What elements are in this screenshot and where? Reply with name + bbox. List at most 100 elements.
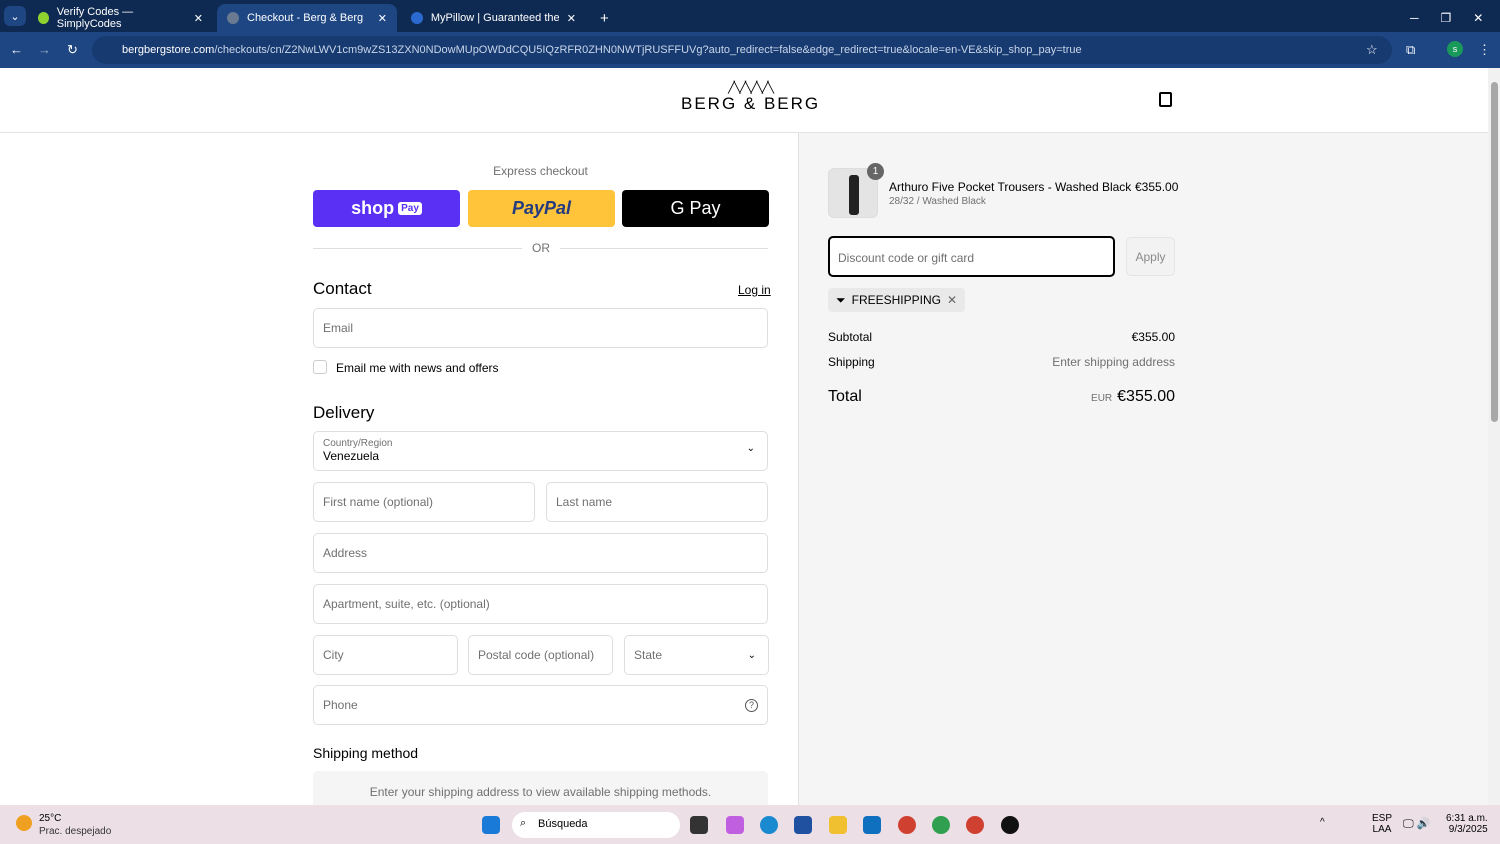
help-icon[interactable]: ? [745, 698, 758, 712]
taskbar: 25°C Prac. despejado ⌕ Búsqueda ^ ESP LAA … [0, 805, 1500, 844]
close-tab-icon[interactable]: ✕ [378, 12, 387, 25]
tab-checkout[interactable]: Checkout - Berg & Berg ✕ [217, 4, 397, 32]
clock-time[interactable]: 6:31 a.m. [1446, 813, 1488, 824]
product-variant: 28/32 / Washed Black [889, 196, 986, 207]
restore-icon[interactable]: ❐ [1441, 11, 1452, 25]
taskbar-search[interactable]: ⌕ Búsqueda [512, 812, 680, 838]
tab-search-button[interactable]: ⌄ [4, 6, 26, 26]
windows-start-icon[interactable] [482, 816, 500, 834]
tab-simplycodes[interactable]: Verify Codes — SimplyCodes ✕ [28, 4, 213, 32]
language[interactable]: ESP [1372, 813, 1392, 824]
contact-heading: Contact [313, 279, 372, 298]
menu-icon[interactable]: ⋮ [1478, 42, 1491, 58]
country-select[interactable]: Country/Region Venezuela ⌄ [313, 431, 768, 471]
google-pay-button[interactable]: G Pay [622, 190, 769, 227]
task-view-icon[interactable] [690, 816, 708, 834]
address-field[interactable]: Address [313, 533, 768, 573]
url-path: /checkouts/cn/Z2NwLWV1cm9wZS13ZXN0NDowMU… [214, 44, 1082, 56]
tab-mypillow[interactable]: MyPillow | Guaranteed the Mos ✕ [401, 4, 586, 32]
shopping-bag-icon[interactable] [1159, 92, 1172, 107]
phone-field[interactable]: Phone? [313, 685, 768, 725]
apply-button[interactable]: Apply [1126, 237, 1175, 276]
discount-code-input[interactable]: Discount code or gift card [828, 236, 1115, 277]
chevron-down-icon: ⌄ [746, 443, 755, 454]
network-volume-icons[interactable]: 🖵 🔊 [1403, 817, 1430, 831]
shipping-row: Shipping Enter shipping address [828, 355, 1175, 369]
store-icon[interactable] [794, 816, 812, 834]
new-tab-button[interactable]: + [590, 4, 619, 32]
copilot-icon[interactable] [726, 816, 744, 834]
subtotal-row: Subtotal €355.00 [828, 330, 1175, 344]
product-name: Arthuro Five Pocket Trousers - Washed Bl… [889, 180, 1132, 194]
extensions-icon[interactable]: ⧉ [1406, 42, 1415, 58]
app-icon[interactable] [1001, 816, 1019, 834]
or-divider-label: OR [522, 241, 560, 255]
chrome-icon[interactable] [966, 816, 984, 834]
email-field[interactable]: Email [313, 308, 768, 348]
edge-icon[interactable] [760, 816, 778, 834]
forward-icon[interactable]: → [38, 42, 51, 57]
logo-text: BERG & BERG [681, 94, 821, 113]
city-field[interactable]: City [313, 635, 458, 675]
shipping-method-heading: Shipping method [313, 745, 419, 761]
quantity-badge: 1 [867, 163, 884, 180]
first-name-field[interactable]: First name (optional) [313, 482, 535, 522]
simplycodes-icon [38, 12, 49, 24]
paypal-button[interactable]: PayPal [468, 190, 615, 227]
scrollbar-thumb[interactable] [1491, 82, 1498, 422]
scrollbar[interactable] [1488, 68, 1500, 805]
express-checkout-label: Express checkout [493, 164, 588, 178]
weather-text: Prac. despejado [39, 826, 112, 837]
shop-pay-button[interactable]: shop Pay [313, 190, 460, 227]
delivery-heading: Delivery [313, 403, 375, 422]
file-explorer-icon[interactable] [829, 816, 847, 834]
total-label: Total [828, 388, 862, 405]
discount-code-label: FREESHIPPING [851, 293, 941, 307]
close-tab-icon[interactable]: ✕ [567, 12, 576, 25]
chrome-icon[interactable] [898, 816, 916, 834]
reload-icon[interactable]: ↻ [67, 42, 78, 58]
url-input[interactable]: bergbergstore.com/checkouts/cn/Z2NwLWV1c… [92, 36, 1392, 64]
order-summary: 1 Arthuro Five Pocket Trousers - Washed … [799, 133, 1488, 805]
login-link[interactable]: Log in [738, 283, 771, 297]
back-icon[interactable]: ← [10, 42, 23, 57]
total-value: €355.00 [1117, 388, 1175, 405]
country-label: Country/Region [323, 438, 393, 449]
state-select[interactable]: State ⌄ [624, 635, 769, 675]
keyboard-layout[interactable]: LAA [1372, 824, 1392, 835]
tab-title: Verify Codes — SimplyCodes [56, 6, 134, 30]
search-icon: ⌕ [520, 817, 527, 829]
tab-title: MyPillow | Guaranteed the Mos [430, 12, 559, 24]
outlook-icon[interactable] [863, 816, 881, 834]
weather-icon[interactable] [16, 815, 32, 831]
remove-discount-icon[interactable]: ✕ [947, 293, 957, 307]
phone-placeholder: Phone [323, 698, 358, 712]
temperature: 25°C [39, 813, 62, 824]
currency-label: EUR [1091, 393, 1113, 404]
mountain-logo-icon: ╱╲╱╲╱╲╱╲ [728, 82, 774, 94]
total-row: Total EUR €355.00 [828, 388, 1175, 406]
tray-chevron-icon[interactable]: ^ [1320, 817, 1325, 828]
globe-icon [227, 12, 239, 24]
newsletter-label: Email me with news and offers [336, 361, 499, 375]
window-controls[interactable]: ─ ❐ ✕ [1400, 4, 1493, 32]
last-name-field[interactable]: Last name [546, 482, 768, 522]
profile-avatar[interactable]: s [1447, 41, 1463, 57]
minimize-icon[interactable]: ─ [1410, 11, 1419, 25]
product-price: €355.00 [1135, 180, 1179, 194]
checkout-form: Express checkout shop Pay PayPal G Pay OR… [0, 133, 799, 811]
newsletter-checkbox[interactable] [313, 360, 327, 374]
bookmark-star-icon[interactable]: ☆ [1366, 42, 1378, 58]
apartment-field[interactable]: Apartment, suite, etc. (optional) [313, 584, 768, 624]
clock-date[interactable]: 9/3/2025 [1446, 824, 1488, 835]
postal-code-field[interactable]: Postal code (optional) [468, 635, 613, 675]
close-tab-icon[interactable]: ✕ [194, 12, 203, 25]
discount-tag: ⏷ FREESHIPPING ✕ [828, 288, 966, 312]
mypillow-icon [411, 12, 423, 24]
chrome-icon[interactable] [932, 816, 950, 834]
store-logo[interactable]: ╱╲╱╲╱╲╱╲ BERG & BERG [681, 82, 820, 114]
state-label: State [634, 648, 663, 662]
chevron-down-icon: ⌄ [747, 649, 756, 661]
close-window-icon[interactable]: ✕ [1473, 11, 1483, 25]
url-domain: bergbergstore.com [122, 44, 215, 56]
